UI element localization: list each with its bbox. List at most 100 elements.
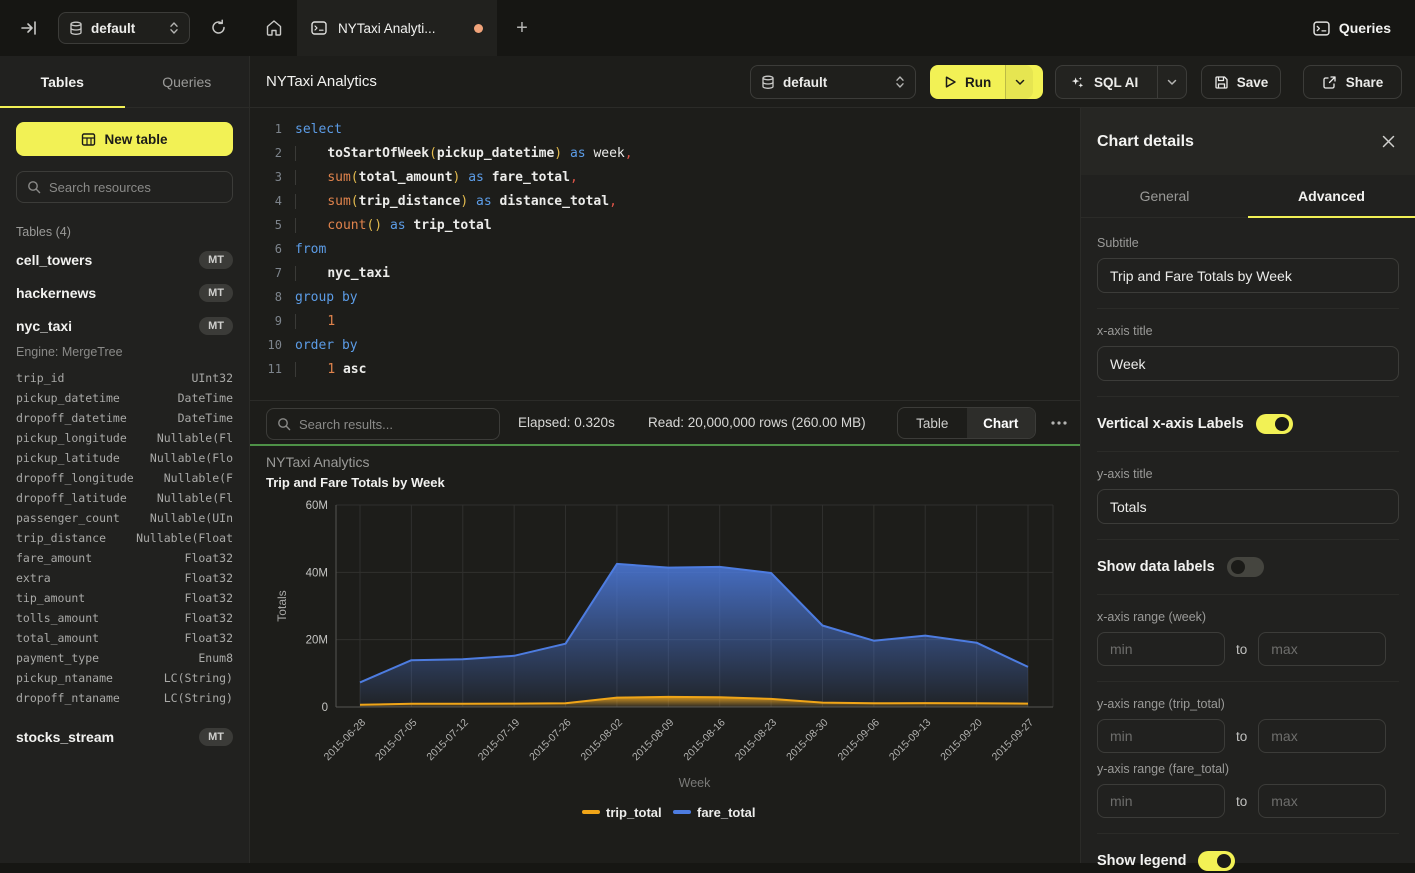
resource-search[interactable]: [16, 171, 233, 203]
line-number: 7: [250, 266, 282, 280]
table-row[interactable]: stocks_streamMT: [16, 720, 233, 753]
sql-ai-button[interactable]: SQL AI: [1056, 66, 1158, 98]
column-row[interactable]: payment_typeEnum8: [16, 648, 233, 668]
run-dropdown-caret[interactable]: [1006, 65, 1033, 99]
column-name: extra: [16, 571, 51, 585]
run-button[interactable]: Run: [930, 65, 1006, 99]
database-selector-top[interactable]: default: [58, 12, 190, 44]
table-row[interactable]: hackernewsMT: [16, 276, 233, 309]
share-button[interactable]: Share: [1303, 65, 1402, 99]
more-options-icon[interactable]: [1047, 414, 1071, 432]
svg-text:0: 0: [322, 702, 328, 714]
vertical-x-axis-labels-toggle[interactable]: [1256, 414, 1293, 434]
column-row[interactable]: trip_idUInt32: [16, 368, 233, 388]
editor-line[interactable]: 11 1 asc: [250, 357, 1080, 381]
legend-swatch-trip_total: [582, 810, 600, 814]
close-icon[interactable]: [1377, 131, 1399, 153]
column-row[interactable]: pickup_ntanameLC(String): [16, 668, 233, 688]
sparkles-icon: [1070, 75, 1085, 90]
line-number: 8: [250, 290, 282, 304]
results-search-input[interactable]: [299, 417, 489, 432]
x-range-max-input[interactable]: [1258, 632, 1386, 666]
column-row[interactable]: tolls_amountFloat32: [16, 608, 233, 628]
home-icon[interactable]: [250, 0, 297, 56]
line-number: 3: [250, 170, 282, 184]
column-row[interactable]: passenger_countNullable(UIn: [16, 508, 233, 528]
view-chart-button[interactable]: Chart: [967, 408, 1036, 438]
resource-search-input[interactable]: [49, 180, 222, 195]
y-range-trip-max-input[interactable]: [1258, 719, 1386, 753]
search-icon: [277, 417, 291, 431]
line-number: 10: [250, 338, 282, 352]
column-row[interactable]: pickup_latitudeNullable(Flo: [16, 448, 233, 468]
y-range-fare-min-input[interactable]: [1097, 784, 1225, 818]
column-type: Nullable(Fl: [157, 491, 233, 505]
y-range-trip-min-input[interactable]: [1097, 719, 1225, 753]
editor-line[interactable]: 7 nyc_taxi: [250, 261, 1080, 285]
column-row[interactable]: total_amountFloat32: [16, 628, 233, 648]
column-row[interactable]: pickup_longitudeNullable(Fl: [16, 428, 233, 448]
tab-advanced[interactable]: Advanced: [1248, 175, 1415, 217]
editor-line[interactable]: 5 count() as trip_total: [250, 213, 1080, 237]
view-toggle: Table Chart: [897, 407, 1036, 439]
editor-line[interactable]: 6from: [250, 237, 1080, 261]
chart-legend[interactable]: trip_totalfare_total: [582, 805, 756, 820]
sql-ai-dropdown-caret[interactable]: [1158, 79, 1186, 86]
column-type: LC(String): [164, 691, 233, 705]
column-row[interactable]: extraFloat32: [16, 568, 233, 588]
column-name: trip_id: [16, 371, 64, 385]
queries-button[interactable]: Queries: [1313, 14, 1391, 42]
editor-line[interactable]: 2 toStartOfWeek(pickup_datetime) as week…: [250, 141, 1080, 165]
y-range-fare-max-input[interactable]: [1258, 784, 1386, 818]
engine-badge: MT: [199, 317, 233, 335]
column-row[interactable]: dropoff_longitudeNullable(F: [16, 468, 233, 488]
vertical-x-axis-labels-label: Vertical x-axis Labels: [1097, 416, 1244, 432]
save-button[interactable]: Save: [1201, 65, 1281, 99]
column-row[interactable]: fare_amountFloat32: [16, 548, 233, 568]
column-row[interactable]: dropoff_datetimeDateTime: [16, 408, 233, 428]
query-header: NYTaxi Analytics default Run SQL AI: [250, 56, 1415, 108]
editor-line[interactable]: 3 sum(total_amount) as fare_total,: [250, 165, 1080, 189]
separator: [1097, 594, 1399, 595]
editor-line[interactable]: 9 1: [250, 309, 1080, 333]
new-table-button[interactable]: New table: [16, 122, 233, 156]
tab-nytaxi-analytics[interactable]: NYTaxi Analyti...: [297, 0, 497, 56]
editor-line[interactable]: 4 sum(trip_distance) as distance_total,: [250, 189, 1080, 213]
elapsed-time: Elapsed: 0.320s: [518, 415, 615, 430]
refresh-icon[interactable]: [206, 15, 230, 39]
show-legend-toggle[interactable]: [1198, 851, 1235, 871]
view-table-button[interactable]: Table: [898, 408, 967, 438]
table-row[interactable]: nyc_taxiMT: [16, 309, 233, 342]
column-row[interactable]: trip_distanceNullable(Float: [16, 528, 233, 548]
tab-general[interactable]: General: [1081, 175, 1248, 217]
sidebar-tab-tables[interactable]: Tables: [0, 56, 125, 107]
new-tab-button[interactable]: +: [508, 14, 536, 42]
y-axis-title-input[interactable]: [1097, 489, 1399, 524]
sidebar-collapse-icon[interactable]: [18, 17, 40, 39]
results-toolbar: Elapsed: 0.320s Read: 20,000,000 rows (2…: [250, 400, 1080, 444]
svg-text:2015-09-06: 2015-09-06: [835, 717, 882, 764]
sql-editor[interactable]: 1select2 toStartOfWeek(pickup_datetime) …: [250, 108, 1080, 400]
x-axis-title-input[interactable]: [1097, 346, 1399, 381]
svg-text:2015-08-09: 2015-08-09: [630, 717, 677, 764]
area-chart[interactable]: 020M40M60M2015-06-282015-07-052015-07-12…: [250, 446, 1080, 863]
column-type: DateTime: [178, 391, 233, 405]
range-to-label: to: [1236, 642, 1247, 657]
svg-text:2015-07-05: 2015-07-05: [373, 717, 420, 764]
x-range-min-input[interactable]: [1097, 632, 1225, 666]
column-row[interactable]: pickup_datetimeDateTime: [16, 388, 233, 408]
editor-line[interactable]: 8group by: [250, 285, 1080, 309]
table-engine: Engine: MergeTree: [16, 342, 233, 366]
results-search[interactable]: [266, 408, 500, 440]
column-row[interactable]: tip_amountFloat32: [16, 588, 233, 608]
table-row[interactable]: cell_towersMT: [16, 243, 233, 276]
separator: [1097, 308, 1399, 309]
editor-line[interactable]: 1select: [250, 117, 1080, 141]
subtitle-input[interactable]: [1097, 258, 1399, 293]
database-selector-query[interactable]: default: [750, 65, 916, 99]
column-row[interactable]: dropoff_latitudeNullable(Fl: [16, 488, 233, 508]
sidebar-tab-queries[interactable]: Queries: [125, 56, 250, 107]
editor-line[interactable]: 10order by: [250, 333, 1080, 357]
column-row[interactable]: dropoff_ntanameLC(String): [16, 688, 233, 708]
show-data-labels-toggle[interactable]: [1227, 557, 1264, 577]
